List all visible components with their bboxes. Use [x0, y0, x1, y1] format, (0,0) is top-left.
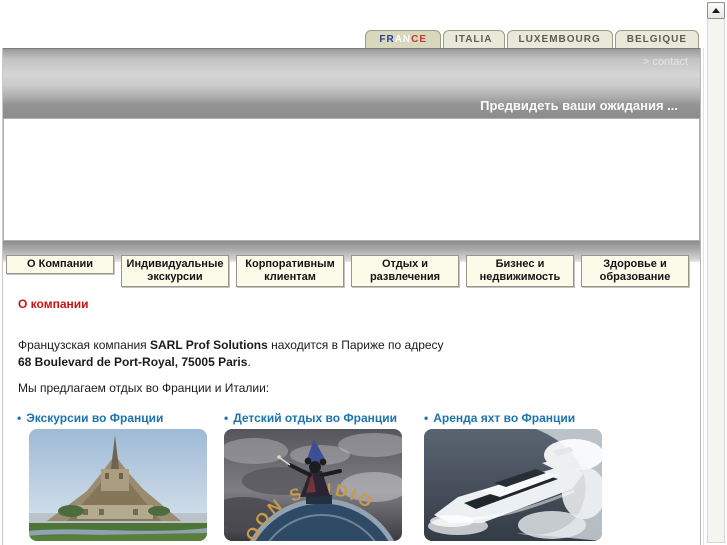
card-kids-holidays-france: • Детский отдых во Франции OON S DIO: [224, 411, 424, 541]
offer-line: Мы предлагаем отдых во Франции и Италии:: [18, 381, 270, 395]
content-left-border: [2, 48, 3, 545]
link-kids-holidays-label: Детский отдых во Франции: [233, 411, 398, 425]
contact-link[interactable]: > contact: [643, 56, 688, 68]
country-tab-belgique[interactable]: BELGIQUE: [614, 30, 699, 48]
link-excursions-france[interactable]: • Экскурсии во Франции: [17, 411, 217, 425]
country-tab-france[interactable]: FR AN CE: [365, 30, 442, 48]
page-title: О компании: [18, 297, 89, 311]
country-tab-italia[interactable]: ITALIA: [443, 30, 505, 48]
mont-saint-michel-photo[interactable]: [29, 429, 207, 541]
content-right-border: [700, 48, 701, 545]
tab-france-segment-fr: FR: [379, 34, 395, 45]
nav-tab-about-company[interactable]: О Компании: [6, 255, 114, 274]
motor-yacht-photo[interactable]: [424, 429, 602, 541]
country-tab-luxembourg[interactable]: LUXEMBOURG: [506, 30, 613, 48]
bullet-icon: •: [424, 411, 429, 425]
card-excursions-france: • Экскурсии во Франции: [17, 411, 217, 541]
tab-france-segment-an: AN: [394, 34, 412, 45]
link-yacht-rent-label: Аренда яхт во Франции: [433, 411, 576, 425]
link-yacht-rent-france[interactable]: • Аренда яхт во Франции: [424, 411, 624, 425]
scroll-up-icon: [712, 8, 720, 13]
link-kids-holidays-france[interactable]: • Детский отдых во Франции: [224, 411, 424, 425]
about-line-2: 68 Boulevard de Port-Royal, 75005 Paris.: [18, 354, 444, 371]
toon-studio-mickey-photo[interactable]: TOON STUDIO: [224, 429, 402, 541]
vertical-scrollbar[interactable]: [707, 2, 725, 543]
nav-tab-business-realestate[interactable]: Бизнес и недвижимость: [466, 255, 574, 287]
company-address: 68 Boulevard de Port-Royal, 75005 Paris: [18, 355, 248, 369]
about-paragraph: Французская компания SARL Prof Solutions…: [18, 337, 444, 371]
banner-area: [3, 118, 700, 241]
header-banner: > contact Предвидеть ваши ожидания ...: [3, 48, 700, 118]
nav-tab-corporate-clients[interactable]: Корпоративным клиентам: [236, 255, 344, 287]
country-tabs: FR AN CE ITALIA LUXEMBOURG BELGIQUE: [3, 30, 699, 48]
card-yacht-rent-france: • Аренда яхт во Франции: [424, 411, 624, 541]
nav-tab-leisure-entertainment[interactable]: Отдых и развлечения: [351, 255, 459, 287]
header-slogan: Предвидеть ваши ожидания ...: [480, 98, 678, 113]
about-line1-pre: Французская компания: [18, 338, 150, 352]
about-line1-post: находится в Париже по адресу: [267, 338, 444, 352]
nav-tab-health-education[interactable]: Здоровье и образование: [581, 255, 689, 287]
about-line-1: Французская компания SARL Prof Solutions…: [18, 337, 444, 354]
bullet-icon: •: [17, 411, 22, 425]
tab-france-segment-ce: CE: [411, 34, 428, 45]
main-navigation: О Компании Индивидуальные экскурсии Корп…: [6, 255, 700, 287]
scrollbar-up-button[interactable]: [707, 2, 725, 19]
link-excursions-label: Экскурсии во Франции: [26, 411, 164, 425]
about-line2-post: .: [247, 355, 251, 369]
bullet-icon: •: [224, 411, 229, 425]
company-name: SARL Prof Solutions: [150, 338, 268, 352]
nav-tab-individual-tours[interactable]: Индивидуальные экскурсии: [121, 255, 229, 287]
page: FR AN CE ITALIA LUXEMBOURG BELGIQUE > cont…: [0, 0, 727, 545]
